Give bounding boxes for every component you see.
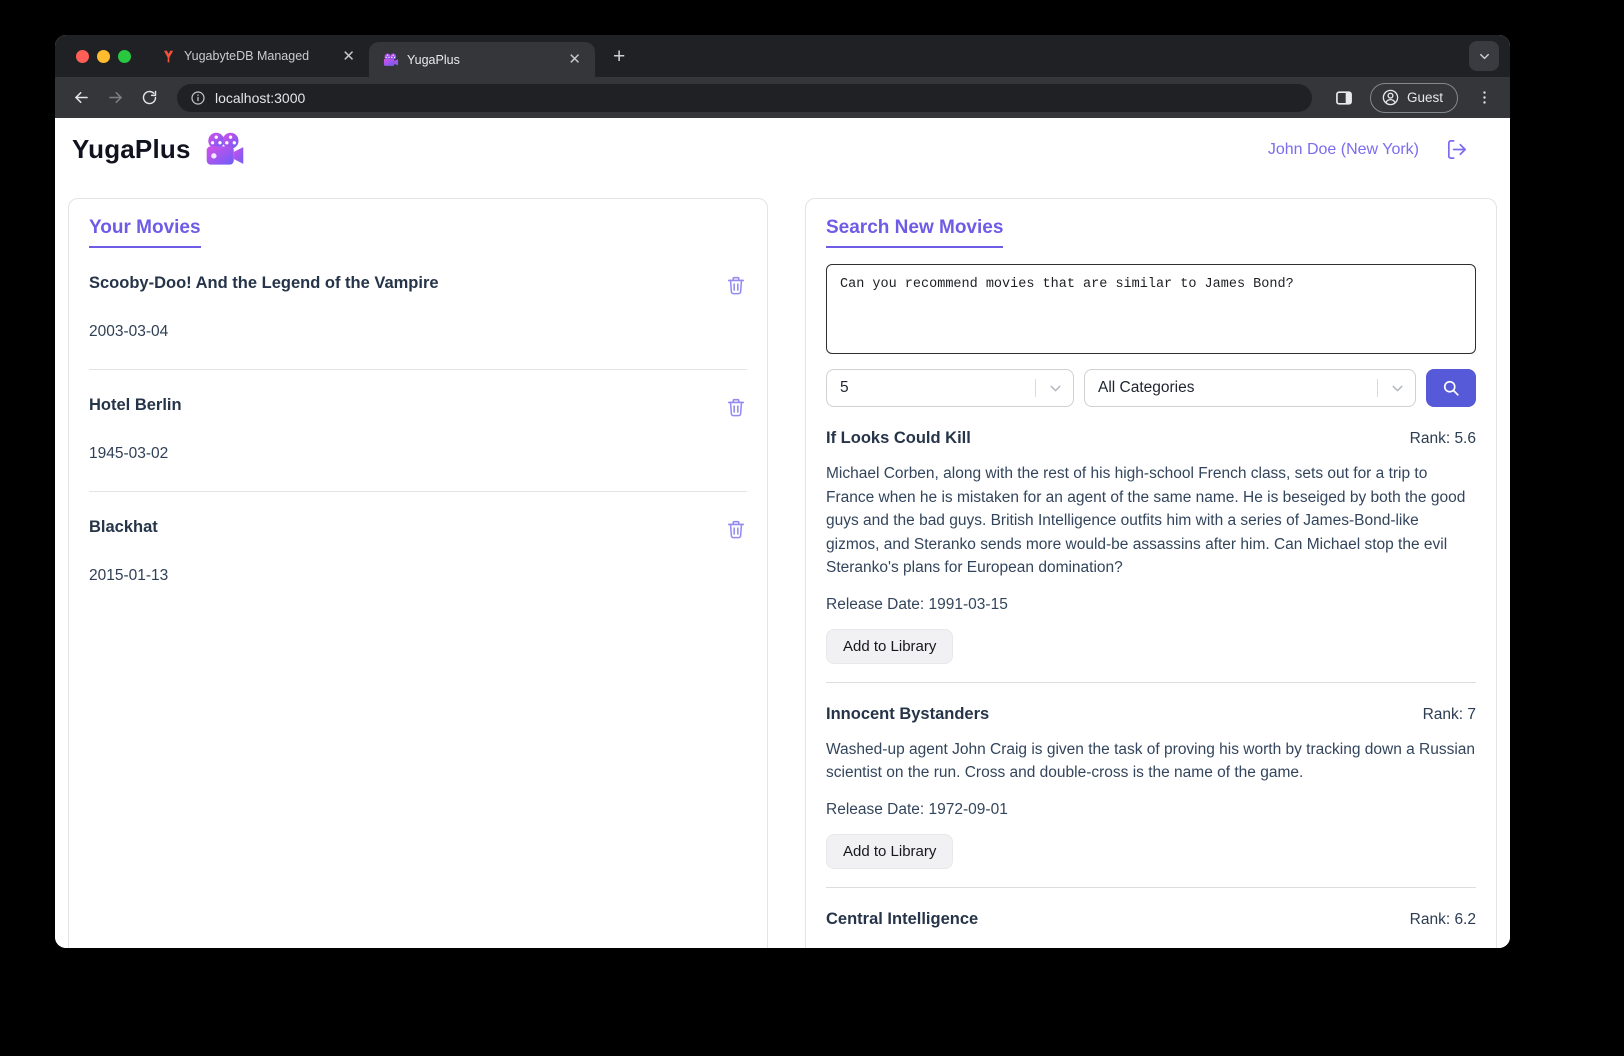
your-movies-heading: Your Movies bbox=[89, 217, 201, 248]
category-select[interactable]: All Categories bbox=[1084, 369, 1416, 407]
your-movies-panel: Your Movies Scooby-Doo! And the Legend o… bbox=[68, 198, 768, 948]
search-controls: 5 All Categories bbox=[826, 369, 1476, 407]
reload-button[interactable] bbox=[135, 84, 163, 112]
side-panel-icon bbox=[1334, 88, 1354, 108]
browser-window: YugabyteDB Managed ✕ YugaPlus ✕ + bbox=[55, 35, 1510, 948]
logout-button[interactable] bbox=[1445, 138, 1468, 161]
tab-close-icon[interactable]: ✕ bbox=[338, 47, 359, 66]
result-divider bbox=[826, 887, 1476, 888]
add-to-library-button[interactable]: Add to Library bbox=[826, 629, 953, 664]
back-button[interactable] bbox=[67, 84, 95, 112]
side-panel-button[interactable] bbox=[1330, 84, 1358, 112]
result-title: Innocent Bystanders bbox=[826, 705, 989, 724]
result-title: If Looks Could Kill bbox=[826, 429, 971, 448]
movie-release-date: 1945-03-02 bbox=[89, 445, 747, 463]
trash-icon bbox=[725, 518, 747, 540]
result-rank: Rank: 6.2 bbox=[1410, 911, 1476, 929]
movie-camera-logo-icon bbox=[204, 132, 246, 167]
maximize-window-button[interactable] bbox=[118, 50, 131, 63]
delete-movie-button[interactable] bbox=[725, 396, 747, 418]
search-result: Innocent Bystanders Rank: 7 Washed-up ag… bbox=[826, 705, 1476, 888]
max-results-value: 5 bbox=[840, 379, 849, 397]
app-header: YugaPlus John Doe (New York) bbox=[55, 118, 1510, 181]
close-window-button[interactable] bbox=[76, 50, 89, 63]
search-heading: Search New Movies bbox=[826, 217, 1003, 248]
address-bar[interactable]: localhost:3000 bbox=[177, 84, 1312, 112]
search-result: If Looks Could Kill Rank: 5.6 Michael Co… bbox=[826, 429, 1476, 683]
result-description: Michael Corben, along with the rest of h… bbox=[826, 462, 1476, 580]
guest-avatar-icon bbox=[1381, 88, 1400, 107]
window-controls bbox=[55, 35, 147, 77]
user-profile-link[interactable]: John Doe (New York) bbox=[1268, 141, 1419, 159]
category-value: All Categories bbox=[1098, 379, 1195, 397]
yugabytedb-favicon-icon bbox=[161, 49, 176, 64]
movie-camera-favicon-icon bbox=[383, 53, 399, 67]
app-title: YugaPlus bbox=[72, 134, 191, 165]
trash-icon bbox=[725, 396, 747, 418]
chevron-down-icon bbox=[1047, 380, 1064, 397]
brand: YugaPlus bbox=[72, 132, 246, 167]
search-panel: Search New Movies Can you recommend movi… bbox=[805, 198, 1497, 948]
max-results-select[interactable]: 5 bbox=[826, 369, 1074, 407]
tab-search-button[interactable] bbox=[1469, 41, 1499, 71]
delete-movie-button[interactable] bbox=[725, 274, 747, 296]
delete-movie-button[interactable] bbox=[725, 518, 747, 540]
movie-release-date: 2015-01-13 bbox=[89, 567, 747, 585]
movie-release-date: 2003-03-04 bbox=[89, 323, 747, 341]
tab-title: YugaPlus bbox=[407, 53, 556, 67]
kebab-menu-icon bbox=[1476, 89, 1493, 106]
library-movie-row: Blackhat 2015-01-13 bbox=[89, 492, 747, 613]
library-movie-row: Hotel Berlin 1945-03-02 bbox=[89, 370, 747, 492]
result-release-date: Release Date: 1991-03-15 bbox=[826, 596, 1476, 614]
minimize-window-button[interactable] bbox=[97, 50, 110, 63]
trash-icon bbox=[725, 274, 747, 296]
search-icon bbox=[1441, 378, 1461, 398]
tab-strip: YugabyteDB Managed ✕ YugaPlus ✕ + bbox=[55, 35, 1510, 77]
result-divider bbox=[826, 682, 1476, 683]
select-divider bbox=[1377, 379, 1378, 397]
movie-title: Blackhat bbox=[89, 518, 158, 537]
browser-menu-button[interactable] bbox=[1470, 84, 1498, 112]
search-button[interactable] bbox=[1426, 369, 1476, 407]
new-tab-button[interactable]: + bbox=[607, 45, 631, 69]
add-to-library-button[interactable]: Add to Library bbox=[826, 834, 953, 869]
library-movie-row: Scooby-Doo! And the Legend of the Vampir… bbox=[89, 248, 747, 370]
user-cluster: John Doe (New York) bbox=[1268, 138, 1468, 161]
result-rank: Rank: 5.6 bbox=[1410, 430, 1476, 448]
result-title: Central Intelligence bbox=[826, 910, 978, 929]
result-release-date: Release Date: 1972-09-01 bbox=[826, 801, 1476, 819]
movie-title: Hotel Berlin bbox=[89, 396, 182, 415]
search-query-input[interactable]: Can you recommend movies that are simila… bbox=[826, 264, 1476, 354]
select-divider bbox=[1035, 379, 1036, 397]
page-content: YugaPlus John Doe (New York) bbox=[55, 118, 1510, 948]
profile-button[interactable]: Guest bbox=[1370, 83, 1458, 113]
reload-icon bbox=[141, 89, 158, 106]
result-description: Washed-up agent John Craig is given the … bbox=[826, 738, 1476, 785]
site-info-icon[interactable] bbox=[190, 90, 206, 106]
chevron-down-icon bbox=[1477, 49, 1492, 64]
toolbar-right: Guest bbox=[1330, 83, 1498, 113]
result-rank: Rank: 7 bbox=[1423, 706, 1476, 724]
forward-arrow-icon bbox=[106, 88, 125, 107]
tab-close-icon[interactable]: ✕ bbox=[564, 50, 585, 69]
profile-label: Guest bbox=[1407, 90, 1443, 105]
tab-title: YugabyteDB Managed bbox=[184, 49, 330, 63]
url-text: localhost:3000 bbox=[215, 90, 305, 106]
tab-yugabytedb[interactable]: YugabyteDB Managed ✕ bbox=[147, 35, 369, 77]
back-arrow-icon bbox=[72, 88, 91, 107]
browser-toolbar: localhost:3000 Guest bbox=[55, 77, 1510, 118]
logout-icon bbox=[1445, 138, 1468, 161]
movie-title: Scooby-Doo! And the Legend of the Vampir… bbox=[89, 274, 439, 293]
tab-yugaplus[interactable]: YugaPlus ✕ bbox=[369, 42, 595, 77]
forward-button[interactable] bbox=[101, 84, 129, 112]
search-result: Central Intelligence Rank: 6.2 bbox=[826, 910, 1476, 929]
chevron-down-icon bbox=[1389, 380, 1406, 397]
